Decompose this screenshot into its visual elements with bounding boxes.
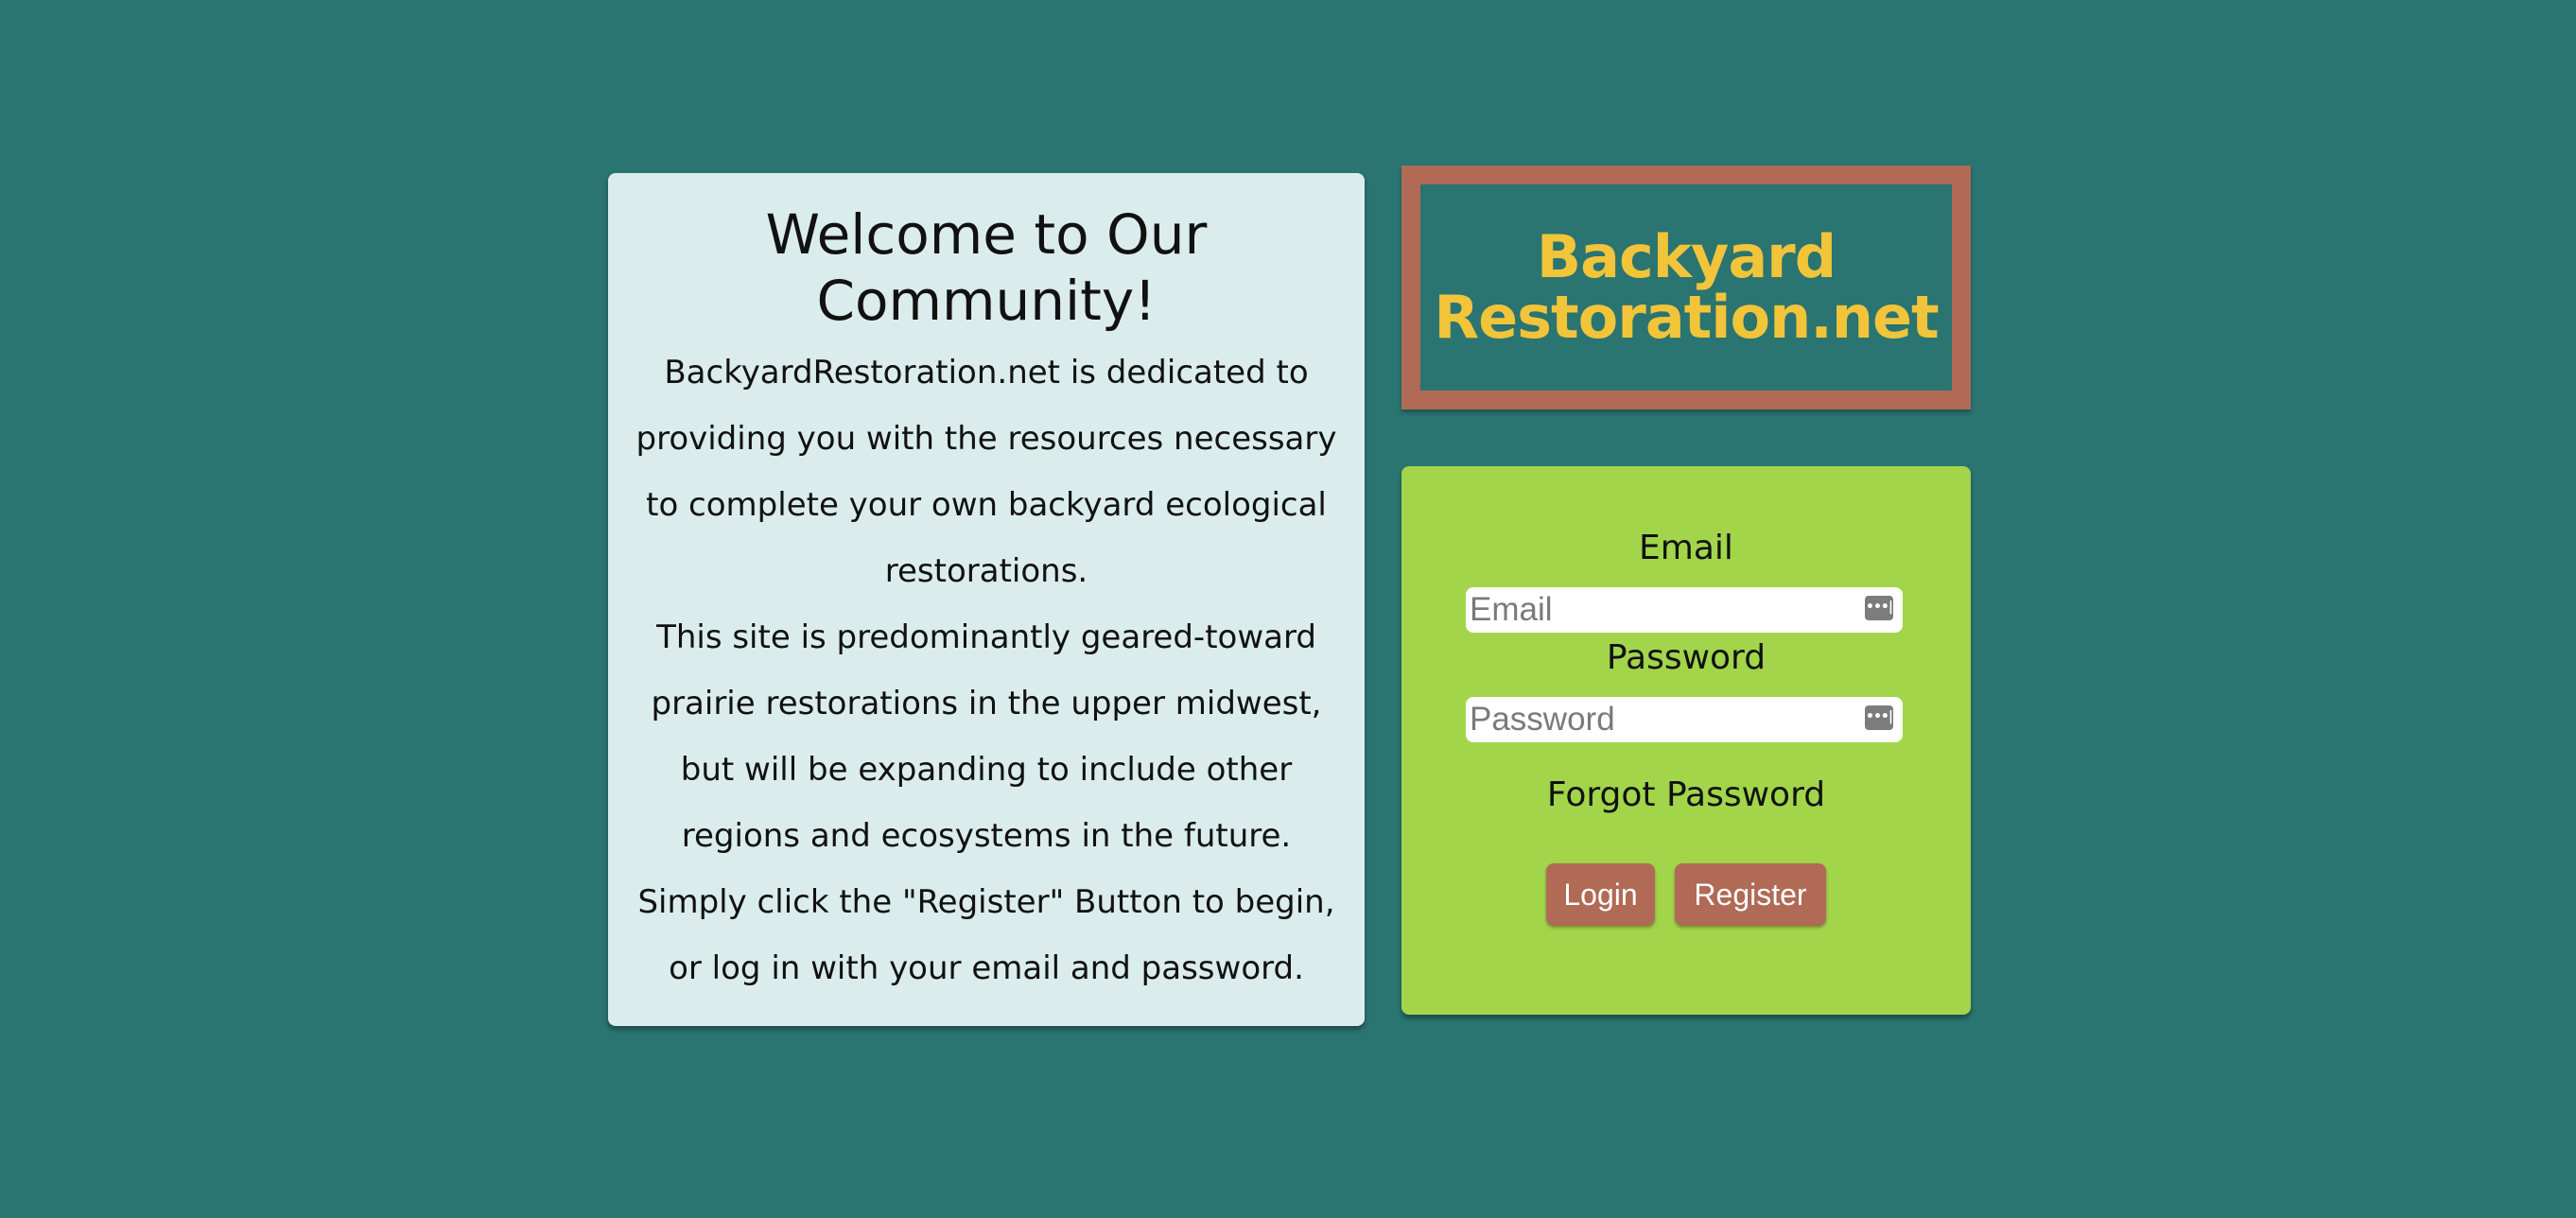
login-form: Email •••| Password •••| Forgot Password… (1401, 466, 1971, 1015)
email-label: Email (1639, 529, 1733, 567)
password-manager-key-icon[interactable]: •••| (1865, 596, 1893, 620)
welcome-instructions-paragraph: Simply click the "Register" Button to be… (637, 883, 1335, 987)
register-button[interactable]: Register (1675, 863, 1826, 926)
forgot-password-link[interactable]: Forgot Password (1401, 775, 1971, 814)
site-logo: Backyard Restoration.net (1401, 165, 1971, 409)
password-label: Password (1606, 638, 1767, 677)
welcome-title: Welcome to Our Community! (765, 202, 1208, 333)
site-logo-text: Backyard Restoration.net (1434, 222, 1939, 352)
welcome-scope-paragraph: This site is predominantly geared-toward… (651, 618, 1322, 855)
welcome-intro-paragraph: BackyardRestoration.net is dedicated to … (635, 354, 1337, 590)
password-input[interactable] (1466, 697, 1903, 742)
email-field-wrapper: •••| (1466, 587, 1903, 633)
login-button[interactable]: Login (1546, 863, 1655, 926)
password-manager-key-icon[interactable]: •••| (1865, 705, 1893, 730)
welcome-card: Welcome to Our Community! BackyardRestor… (608, 173, 1365, 1026)
email-input[interactable] (1466, 587, 1903, 633)
password-field-wrapper: •••| (1466, 697, 1903, 742)
